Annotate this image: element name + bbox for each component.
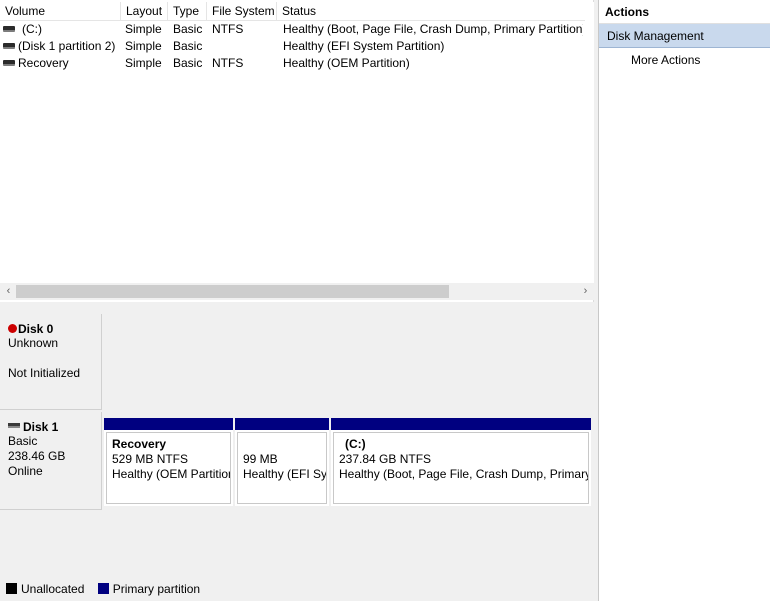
disk-state: Online — [8, 464, 43, 478]
actions-title: Actions — [599, 0, 770, 24]
volume-list-header: Volume Layout Type File System Status — [0, 2, 594, 21]
column-header-type[interactable]: Type — [168, 2, 207, 21]
disk-icon — [8, 423, 20, 429]
partition-c[interactable]: (C:) 237.84 GB NTFS Healthy (Boot, Page … — [331, 418, 591, 506]
table-row[interactable]: Recovery Simple Basic NTFS Healthy (OEM … — [0, 55, 594, 72]
more-actions-link[interactable]: More Actions — [599, 48, 770, 72]
volume-status: Healthy (Boot, Page File, Crash Dump, Pr… — [283, 22, 583, 36]
volume-icon — [3, 25, 15, 32]
volume-layout: Simple — [125, 22, 162, 36]
partition-bar — [235, 418, 329, 430]
column-header-file-system[interactable]: File System — [207, 2, 277, 21]
scroll-right-icon[interactable]: › — [577, 283, 594, 300]
actions-pane: Actions Disk Management More Actions — [598, 0, 770, 601]
primary-partition-swatch — [97, 583, 109, 595]
volume-name: Recovery — [18, 56, 69, 70]
volume-file-system: NTFS — [212, 56, 244, 70]
volume-file-system: NTFS — [212, 22, 244, 36]
partition-status: Healthy (Boot, Page File, Crash Dump, Pr… — [339, 467, 589, 481]
volume-type: Basic — [173, 39, 203, 53]
volume-file-system — [212, 38, 277, 55]
disk-error-icon — [8, 324, 17, 334]
column-header-volume[interactable]: Volume — [0, 2, 121, 21]
partition-size: 237.84 GB NTFS — [339, 452, 432, 466]
scrollbar-thumb[interactable] — [16, 285, 449, 298]
volume-list[interactable]: Volume Layout Type File System Status (C… — [0, 0, 594, 302]
volume-type: Basic — [173, 22, 203, 36]
column-header-status[interactable]: Status — [277, 2, 585, 21]
legend-unallocated: Unallocated — [21, 582, 85, 596]
volume-name: (C:) — [22, 22, 42, 36]
unallocated-swatch — [6, 583, 17, 595]
partition-efi[interactable]: 99 MB Healthy (EFI System Partition) — [235, 418, 329, 506]
volume-icon — [3, 59, 15, 66]
disk-graphical-view: Disk 0 Unknown Not Initialized Disk 1 Ba… — [0, 312, 594, 577]
volume-layout: Simple — [125, 39, 162, 53]
disk-1-info[interactable]: Disk 1 Basic 238.46 GB Online — [0, 412, 102, 510]
legend-primary-partition: Primary partition — [112, 582, 201, 596]
pane-splitter[interactable] — [0, 302, 594, 312]
disk-management-main: Volume Layout Type File System Status (C… — [0, 0, 596, 601]
partition-size: 529 MB NTFS — [112, 452, 189, 466]
partition-size: 99 MB — [243, 452, 278, 466]
horizontal-scrollbar[interactable]: ‹ › — [0, 283, 594, 300]
table-row[interactable]: (C:) Simple Basic NTFS Healthy (Boot, Pa… — [0, 21, 594, 38]
volume-status: Healthy (OEM Partition) — [283, 56, 410, 70]
disk-name: Disk 0 — [18, 322, 54, 336]
scroll-left-icon[interactable]: ‹ — [0, 283, 17, 300]
disk-0-area[interactable] — [103, 314, 594, 410]
partition-title: (C:) — [345, 437, 366, 451]
disk-type: Unknown — [8, 336, 59, 350]
partition-status: Healthy (OEM Partition) — [112, 467, 231, 481]
disk-size: 238.46 GB — [8, 449, 66, 463]
disk-0-info[interactable]: Disk 0 Unknown Not Initialized — [0, 314, 102, 410]
volume-icon — [3, 42, 15, 49]
volume-name: (Disk 1 partition 2) — [18, 39, 116, 53]
disk-state: Not Initialized — [8, 366, 81, 380]
partition-bar — [104, 418, 233, 430]
partition-title: Recovery — [112, 437, 167, 451]
actions-section-disk-management[interactable]: Disk Management — [599, 24, 770, 48]
partition-status: Healthy (EFI System Partition) — [243, 467, 327, 481]
table-row[interactable]: (Disk 1 partition 2) Simple Basic Health… — [0, 38, 594, 55]
partition-title — [243, 437, 326, 452]
column-header-layout[interactable]: Layout — [121, 2, 168, 21]
volume-status: Healthy (EFI System Partition) — [283, 39, 445, 53]
volume-type: Basic — [173, 56, 203, 70]
disk-type: Basic — [8, 434, 38, 448]
partition-recovery[interactable]: Recovery 529 MB NTFS Healthy (OEM Partit… — [104, 418, 233, 506]
volume-layout: Simple — [125, 56, 162, 70]
partition-bar — [331, 418, 591, 430]
vertical-scrollbar[interactable] — [585, 2, 594, 298]
legend: Unallocated Primary partition — [0, 580, 594, 601]
disk-name: Disk 1 — [23, 420, 59, 434]
